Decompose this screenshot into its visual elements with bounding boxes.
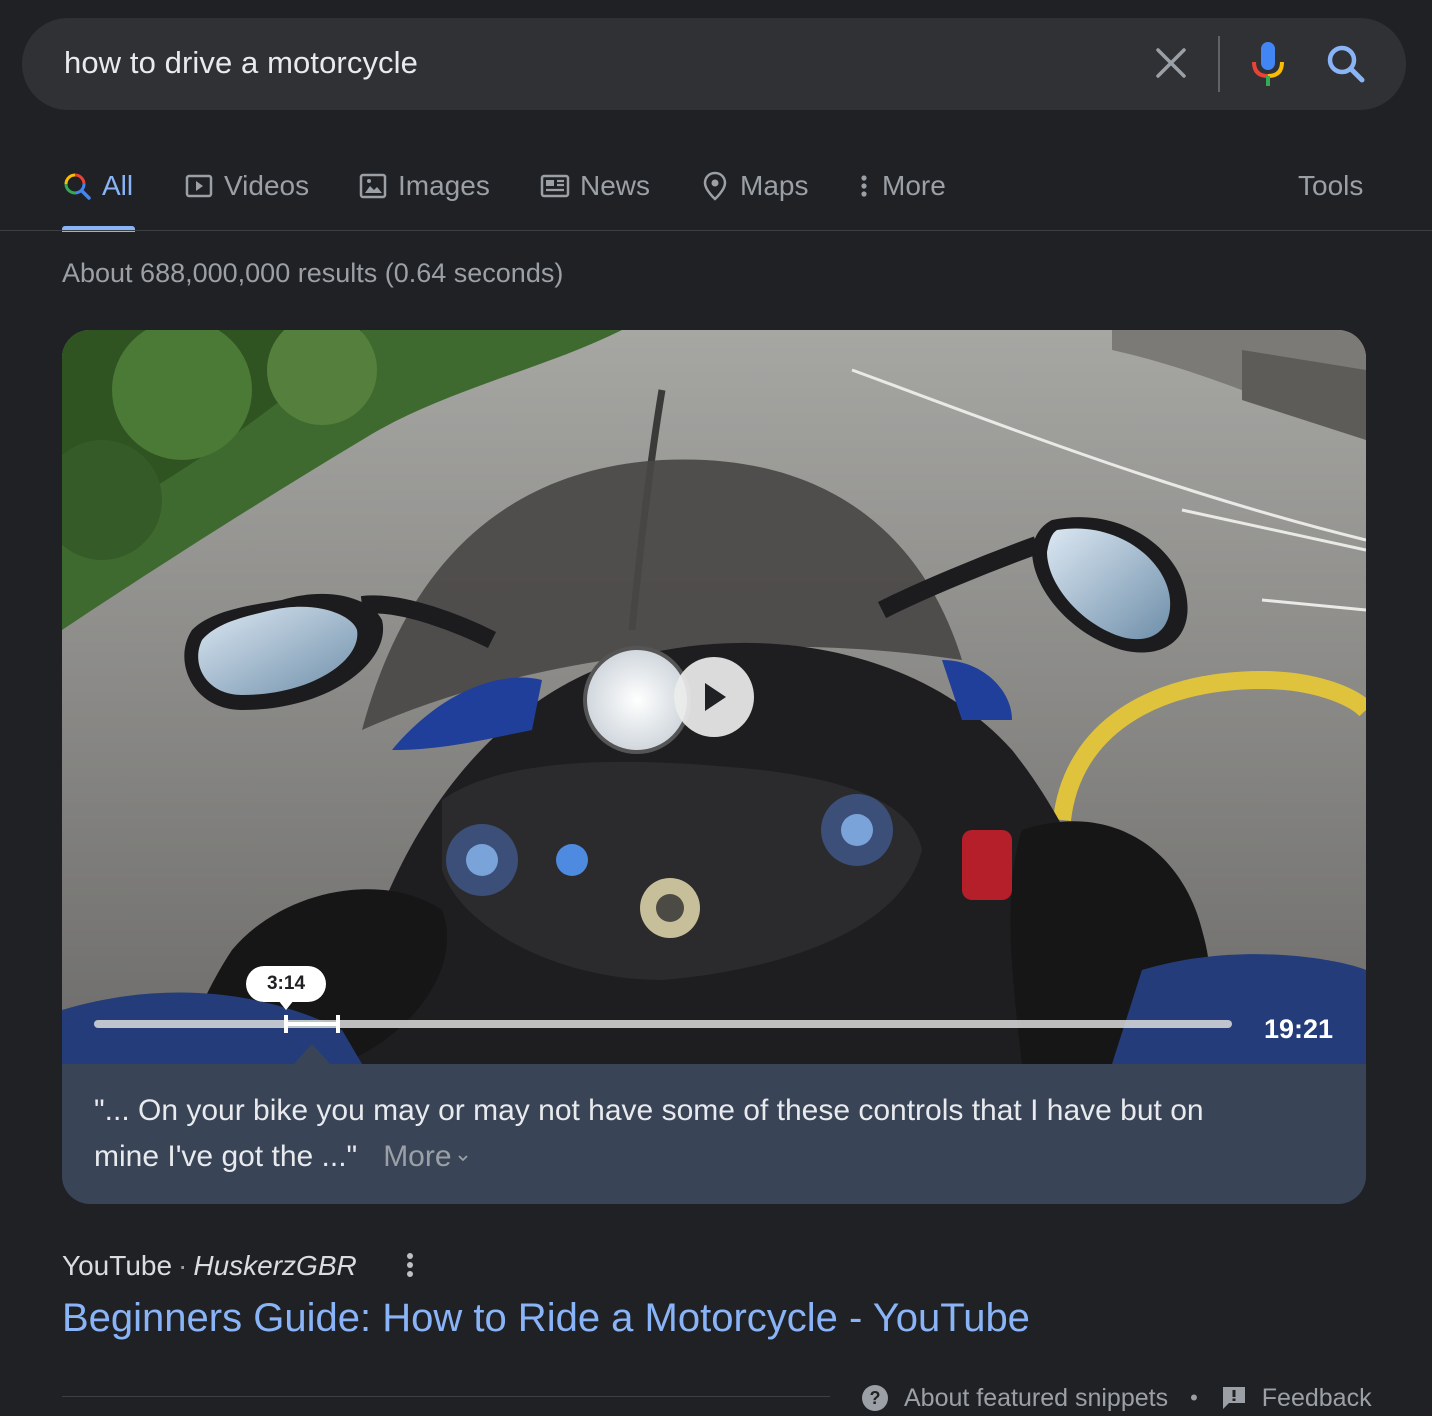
news-icon — [540, 174, 570, 198]
snippet-more-label: More — [383, 1140, 452, 1173]
close-icon — [1156, 48, 1186, 78]
snippet-more-link[interactable]: More — [383, 1140, 469, 1173]
clear-search-button[interactable] — [1150, 42, 1192, 84]
tools-button[interactable]: Tools — [1298, 166, 1363, 206]
tab-all[interactable]: All — [62, 166, 133, 206]
voice-search-button[interactable] — [1246, 38, 1290, 90]
feedback-label: Feedback — [1261, 1383, 1372, 1412]
snippet-line-2: mine I've got the ..." More — [94, 1134, 1314, 1180]
result-author: HuskerzGBR — [193, 1250, 357, 1281]
tab-more[interactable]: More — [856, 166, 946, 206]
tab-images-label: Images — [398, 170, 490, 201]
snippet-pointer — [294, 1044, 330, 1064]
tab-more-label: More — [882, 170, 946, 201]
search-bar[interactable]: how to drive a motorcycle — [22, 18, 1406, 110]
map-pin-icon — [703, 171, 727, 201]
search-multicolor-icon — [64, 173, 91, 200]
image-icon — [359, 173, 387, 199]
search-icon — [1327, 45, 1365, 83]
search-input[interactable]: how to drive a motorcycle — [64, 45, 418, 81]
help-icon: ? — [862, 1385, 888, 1411]
result-options-icon[interactable] — [396, 1248, 424, 1284]
vertical-dots-icon — [861, 175, 867, 197]
result-source: YouTube · HuskerzGBR — [62, 1250, 357, 1282]
svg-text:?: ? — [870, 1388, 881, 1408]
feedback-icon — [1222, 1387, 1245, 1409]
result-site: YouTube — [62, 1250, 173, 1281]
tab-images[interactable]: Images — [358, 166, 490, 206]
snippet-line-1: "... On your bike you may or may not hav… — [94, 1094, 1204, 1127]
video-timeline[interactable] — [94, 1020, 1232, 1028]
play-icon — [705, 683, 726, 711]
footer-bullet: • — [1190, 1385, 1198, 1410]
microphone-icon — [1252, 42, 1284, 86]
tools-label: Tools — [1298, 170, 1364, 201]
about-featured-snippets-label: About featured snippets — [904, 1383, 1169, 1412]
bottom-divider — [62, 1396, 830, 1397]
chevron-down-icon — [457, 1155, 468, 1162]
snippet-footer: ? About featured snippets • Feedback — [860, 1380, 1372, 1416]
video-snippet-text: "... On your bike you may or may not hav… — [94, 1088, 1314, 1180]
video-duration: 19:21 — [1264, 1014, 1334, 1044]
tab-maps-label: Maps — [740, 170, 809, 201]
tab-all-label: All — [102, 170, 134, 201]
clip-range-marker[interactable] — [282, 1013, 342, 1035]
tab-videos-label: Videos — [224, 170, 310, 201]
source-separator: · — [178, 1250, 188, 1281]
result-title-link[interactable]: Beginners Guide: How to Ride a Motorcycl… — [62, 1296, 1030, 1341]
play-button[interactable] — [674, 657, 754, 737]
clip-time-badge-tail — [278, 1000, 294, 1010]
tabs-divider — [0, 230, 1432, 231]
tab-videos[interactable]: Videos — [184, 166, 309, 206]
snippet-line-2-text: mine I've got the ..." — [94, 1140, 358, 1173]
search-tabs: All Videos Images News Maps More Tools — [0, 140, 1432, 232]
search-button[interactable] — [1322, 40, 1370, 88]
result-stats: About 688,000,000 results (0.64 seconds) — [62, 258, 564, 288]
about-featured-snippets-link[interactable]: ? About featured snippets — [860, 1383, 1168, 1413]
search-bar-divider — [1218, 36, 1220, 92]
tab-news[interactable]: News — [540, 166, 650, 206]
video-icon — [185, 174, 213, 198]
tab-maps[interactable]: Maps — [700, 166, 808, 206]
active-tab-indicator — [62, 226, 135, 232]
feedback-link[interactable]: Feedback — [1220, 1384, 1372, 1413]
clip-time-badge: 3:14 — [246, 966, 326, 1002]
featured-video-card: 3:14 19:21 "... On your bike you may or … — [62, 330, 1366, 1204]
tab-news-label: News — [580, 170, 651, 201]
